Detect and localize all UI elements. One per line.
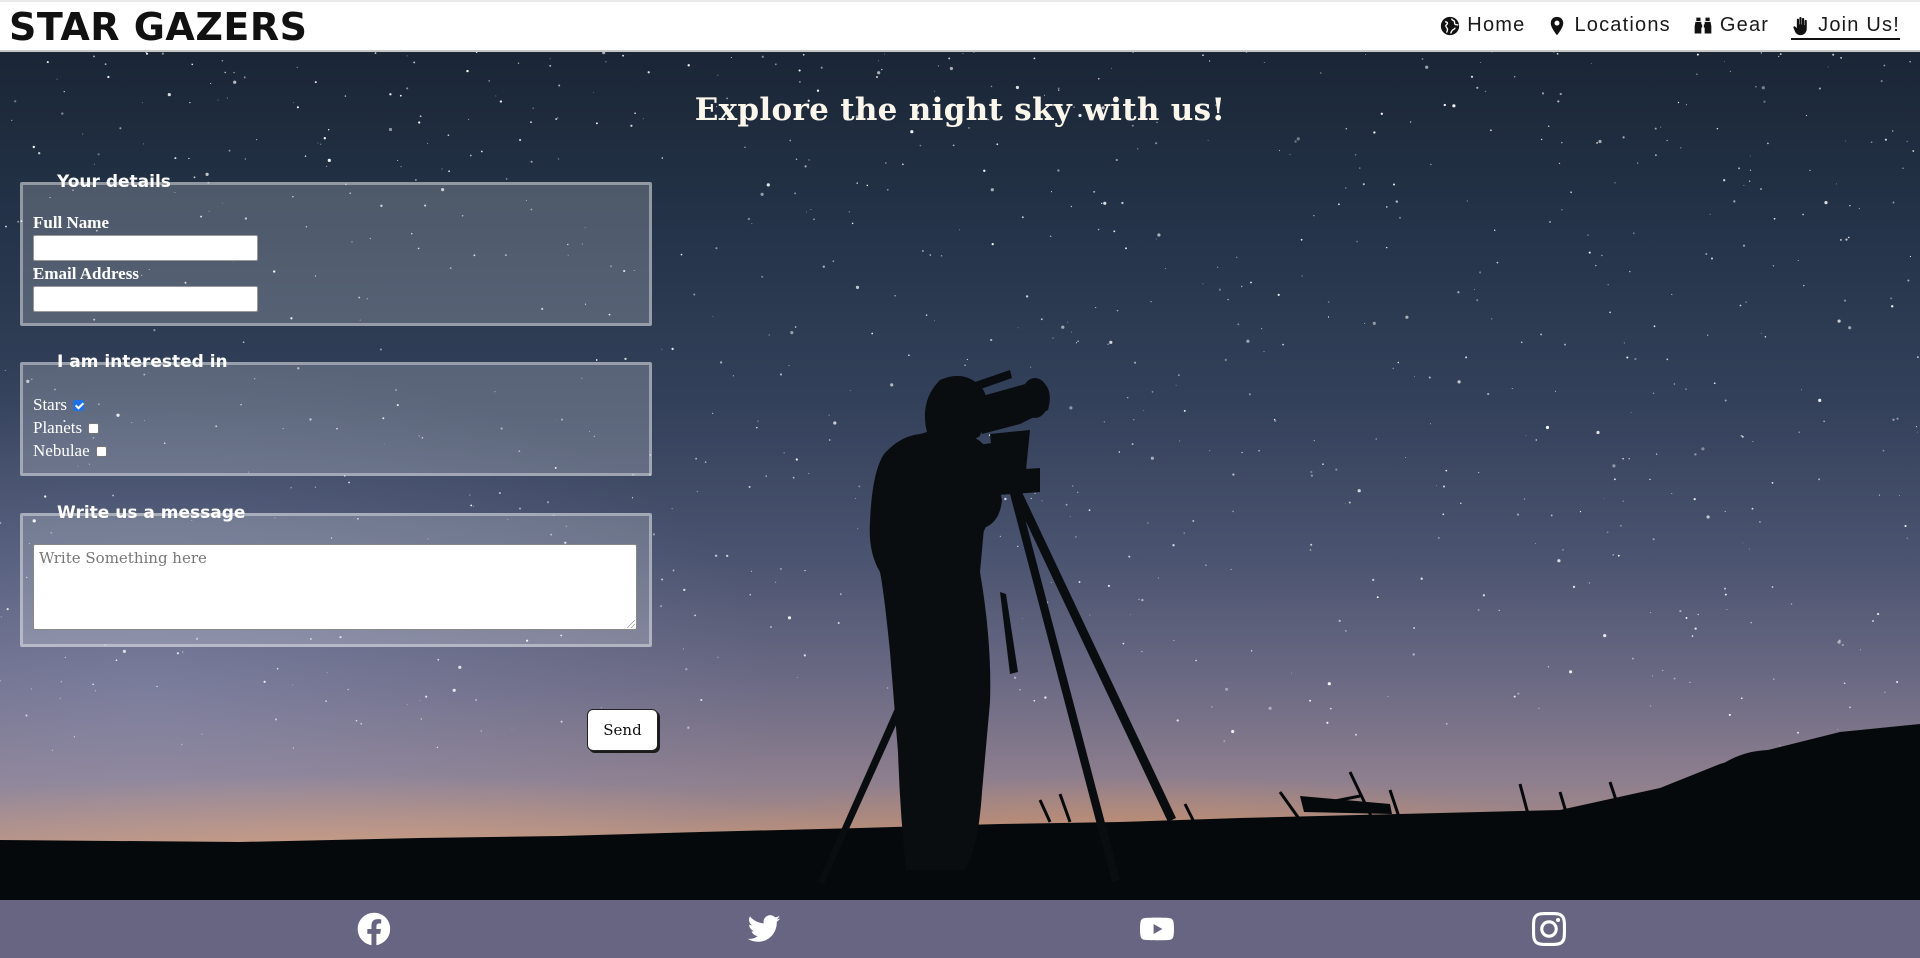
full-name-label: Full Name	[33, 213, 110, 232]
top-navbar: STAR GAZERS Home Locations Gear Join Us!	[0, 0, 1920, 52]
interest-planets-label: Planets	[33, 418, 83, 437]
hero-title: Explore the night sky with us!	[694, 92, 1226, 128]
email-label: Email Address	[33, 264, 139, 283]
interest-planets-row[interactable]: Planets	[33, 418, 100, 438]
resize-grip-icon[interactable]	[627, 620, 635, 628]
facebook-icon	[357, 912, 391, 946]
interest-nebulae-row[interactable]: Nebulae	[33, 441, 107, 461]
message-fieldset: Write us a message Write Something here	[20, 503, 652, 647]
map-pin-icon	[1551, 16, 1564, 35]
full-name-input[interactable]	[33, 235, 258, 261]
interest-stars-checkbox[interactable]	[73, 399, 84, 411]
hero-section: Explore the night sky with us! Your deta…	[0, 52, 1920, 900]
hand-icon	[1793, 16, 1807, 35]
instagram-link[interactable]	[1532, 912, 1566, 946]
site-logo-text[interactable]: STAR GAZERS	[9, 4, 307, 50]
nav-join-link[interactable]: Join Us!	[1791, 14, 1900, 40]
nav-gear-label: Gear	[1719, 14, 1770, 36]
facebook-link[interactable]	[357, 912, 391, 946]
message-legend: Write us a message	[57, 503, 246, 523]
interest-planets-checkbox[interactable]	[88, 422, 100, 434]
send-button[interactable]: Send	[587, 709, 658, 751]
interest-stars-label: Stars	[33, 395, 67, 414]
main-nav: Home Locations Gear Join Us!	[1418, 2, 1900, 52]
nav-home-label: Home	[1467, 14, 1526, 36]
globe-icon	[1441, 16, 1460, 35]
footer	[0, 900, 1920, 958]
nav-join-label: Join Us!	[1818, 14, 1900, 36]
interest-nebulae-label: Nebulae	[33, 441, 90, 460]
email-input[interactable]	[33, 286, 258, 312]
twitter-link[interactable]	[747, 912, 781, 946]
details-legend: Your details	[57, 172, 171, 192]
instagram-icon	[1532, 912, 1566, 946]
message-placeholder: Write Something here	[39, 549, 207, 567]
nav-locations-link[interactable]: Locations	[1547, 14, 1670, 40]
binoculars-icon	[1694, 17, 1712, 33]
twitter-icon	[747, 915, 781, 942]
interest-nebulae-checkbox[interactable]	[95, 445, 107, 457]
interest-stars-row[interactable]: Stars	[33, 395, 84, 415]
message-textarea[interactable]: Write Something here	[33, 544, 637, 630]
nav-gear-link[interactable]: Gear	[1693, 14, 1769, 40]
nav-home-link[interactable]: Home	[1440, 14, 1525, 40]
youtube-link[interactable]	[1140, 912, 1174, 946]
nav-locations-label: Locations	[1574, 14, 1671, 36]
details-fieldset: Your details Full Name Email Address	[20, 172, 652, 326]
night-sky-image	[0, 52, 1920, 900]
interests-fieldset: I am interested in Stars Planets Nebulae	[20, 352, 652, 476]
interests-legend: I am interested in	[57, 352, 228, 372]
youtube-icon	[1140, 917, 1174, 941]
